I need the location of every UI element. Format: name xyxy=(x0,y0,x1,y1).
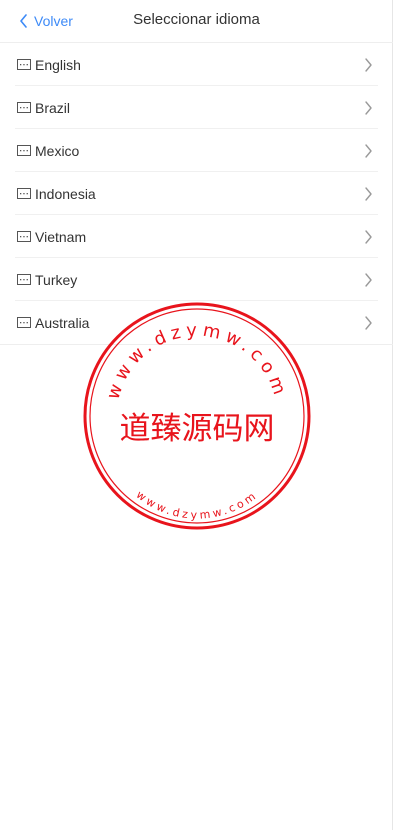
flag-image-placeholder-icon xyxy=(17,188,31,199)
language-item-australia[interactable]: Australia xyxy=(0,301,393,344)
chevron-right-icon xyxy=(365,187,372,201)
language-list: English Brazil Mexico Indonesia Vietnam … xyxy=(0,43,393,345)
language-label: English xyxy=(35,56,81,73)
flag-image-placeholder-icon xyxy=(17,274,31,285)
flag-image-placeholder-icon xyxy=(17,145,31,156)
flag-image-placeholder-icon xyxy=(17,102,31,113)
chevron-right-icon xyxy=(365,316,372,330)
language-item-vietnam[interactable]: Vietnam xyxy=(0,215,393,258)
stamp-inner-text: www.dzymw.com xyxy=(134,488,261,522)
top-nav-bar: Volver Seleccionar idioma xyxy=(0,0,393,43)
language-label: Indonesia xyxy=(35,185,96,202)
language-item-indonesia[interactable]: Indonesia xyxy=(0,172,393,215)
language-label: Vietnam xyxy=(35,228,87,245)
flag-image-placeholder-icon xyxy=(17,231,31,242)
chevron-right-icon xyxy=(365,144,372,158)
language-label: Turkey xyxy=(35,271,78,288)
chevron-right-icon xyxy=(365,230,372,244)
language-label: Mexico xyxy=(35,142,80,159)
page-title: Seleccionar idioma xyxy=(133,11,260,28)
flag-image-placeholder-icon xyxy=(17,317,31,328)
language-item-brazil[interactable]: Brazil xyxy=(0,86,393,129)
chevron-right-icon xyxy=(365,101,372,115)
language-item-mexico[interactable]: Mexico xyxy=(0,129,393,172)
flag-image-placeholder-icon xyxy=(17,59,31,70)
language-label: Brazil xyxy=(35,99,71,116)
language-item-turkey[interactable]: Turkey xyxy=(0,258,393,301)
language-label: Australia xyxy=(35,314,90,331)
chevron-right-icon xyxy=(365,58,372,72)
stamp-center-text: 道臻源码网 xyxy=(120,411,275,447)
language-item-english[interactable]: English xyxy=(0,43,393,86)
chevron-right-icon xyxy=(365,273,372,287)
